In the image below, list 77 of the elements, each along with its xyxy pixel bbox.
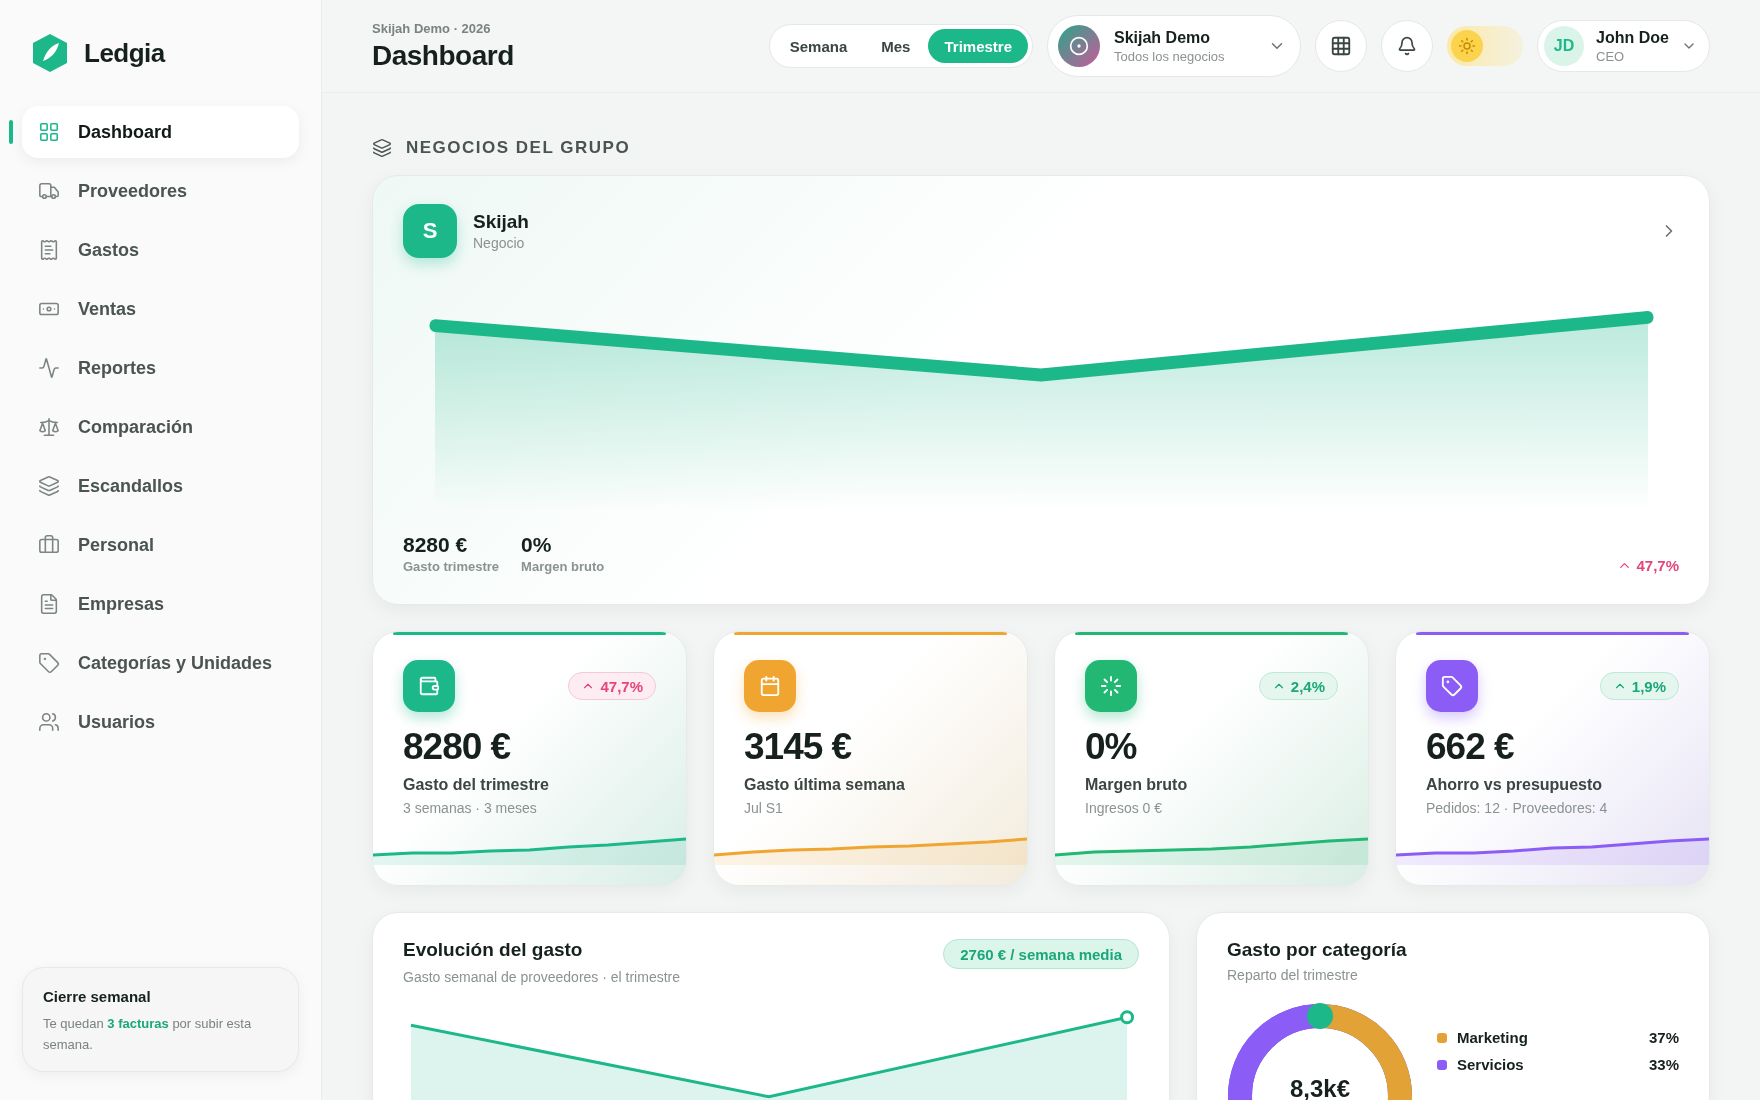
sidebar-item[interactable]: Gastos <box>22 224 299 276</box>
users-icon <box>38 711 60 733</box>
brand-name: Ledgia <box>84 37 165 69</box>
briefcase-icon <box>38 534 60 556</box>
sidebar-item[interactable]: Proveedores <box>22 165 299 217</box>
stat-value: 8280 € <box>403 533 469 557</box>
truck-icon <box>38 180 60 202</box>
user-menu[interactable]: JD John Doe CEO <box>1537 20 1710 72</box>
target-icon <box>1069 36 1089 56</box>
kpi-detail: Jul S1 <box>744 800 784 816</box>
kpi-label: Gasto última semana <box>744 776 906 794</box>
scale-icon <box>38 416 60 438</box>
legend-label: Servicios <box>1457 1056 1524 1073</box>
sidebar-item[interactable]: Categorías y Unidades <box>22 637 299 689</box>
sidebar-item[interactable]: Escandallos <box>22 460 299 512</box>
pulse-icon <box>38 357 60 379</box>
period-tab[interactable]: Mes <box>865 29 927 63</box>
trend-badge: 1,9% <box>1599 672 1679 700</box>
kpi-label: Gasto del trimestre <box>403 776 550 794</box>
loader-icon <box>1085 660 1137 712</box>
document-icon <box>38 593 60 615</box>
sidebar-item[interactable]: Usuarios <box>22 696 299 748</box>
notifications-button[interactable] <box>1381 20 1433 72</box>
card-subtitle: Reparto del trimestre <box>1227 967 1359 983</box>
section-title: NEGOCIOS DEL GRUPO <box>406 137 631 158</box>
sidebar-item[interactable]: Personal <box>22 519 299 571</box>
calendar-icon <box>744 660 796 712</box>
layers-icon <box>38 475 60 497</box>
trend-badge: 47,7% <box>568 672 656 700</box>
bell-icon <box>1397 36 1417 56</box>
kpi-value: 662 € <box>1426 726 1515 768</box>
grid-icon <box>38 121 60 143</box>
stat-value: 0% <box>521 533 553 557</box>
receipt-icon <box>38 239 60 261</box>
business-name: Skijah <box>473 211 530 233</box>
tag-icon <box>38 652 60 674</box>
stat-label: Margen bruto <box>521 559 605 574</box>
sidebar-item[interactable]: Ventas <box>22 283 299 335</box>
business-type: Negocio <box>473 235 526 251</box>
kpi-detail: Pedidos: 12 · Proveedores: 4 <box>1426 800 1609 816</box>
sidebar-item[interactable]: Reportes <box>22 342 299 394</box>
legend-value: 37% <box>1648 1029 1679 1046</box>
card-subtitle: Gasto semanal de proveedores · el trimestre <box>403 969 681 985</box>
kpi-value: 0% <box>1085 726 1138 768</box>
period-tab[interactable]: Semana <box>773 29 864 63</box>
legend-value: 33% <box>1648 1056 1679 1073</box>
business-selector[interactable]: Skijah Demo Todos los negocios <box>1047 15 1301 77</box>
apps-button[interactable] <box>1315 20 1367 72</box>
business-initial: S <box>403 204 457 258</box>
legend-label: Marketing <box>1457 1029 1528 1046</box>
reminder-title: Cierre semanal <box>43 988 152 1005</box>
active-indicator <box>9 120 13 144</box>
donut-total: 8,3k€ <box>1288 1075 1352 1100</box>
kpi-label: Ahorro vs presupuesto <box>1426 776 1604 794</box>
average-badge: 2760 € / semana media <box>943 939 1139 969</box>
theme-toggle[interactable] <box>1447 26 1523 66</box>
kpi-value: 8280 € <box>403 726 512 768</box>
page-title: Dashboard <box>372 39 515 72</box>
layers-icon <box>372 137 392 158</box>
tag-icon <box>1426 660 1478 712</box>
trend-badge: 2,4% <box>1258 672 1338 700</box>
grid-icon <box>1330 35 1352 57</box>
kpi-label: Margen bruto <box>1085 776 1189 794</box>
logo-icon <box>32 33 68 73</box>
kpi-detail: Ingresos 0 € <box>1085 800 1164 816</box>
sidebar-item[interactable]: Comparación <box>22 401 299 453</box>
page-subtitle: Skijah Demo · 2026 <box>372 20 492 36</box>
card-title: Evolución del gasto <box>403 939 584 961</box>
trend-value: 47,7% <box>1617 557 1679 574</box>
kpi-detail: 3 semanas · 3 meses <box>403 800 538 816</box>
reminder-text: Te quedan 3 facturas por subir esta semana. <box>43 1015 253 1054</box>
card-title: Gasto por categoría <box>1227 939 1408 961</box>
stat-label: Gasto trimestre <box>403 559 500 574</box>
sidebar-item[interactable]: Empresas <box>22 578 299 630</box>
kpi-value: 3145 € <box>744 726 853 768</box>
sun-icon <box>1458 37 1476 55</box>
wallet-icon <box>403 660 455 712</box>
